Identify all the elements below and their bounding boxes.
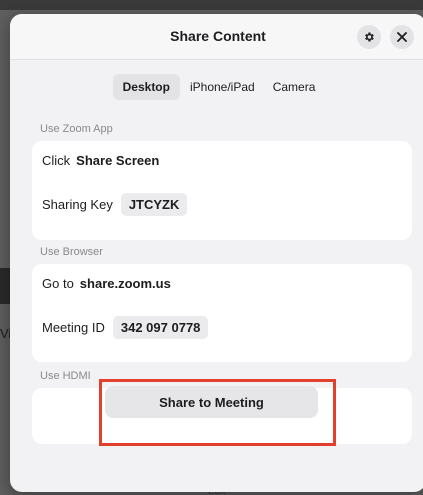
- meeting-id-label: Meeting ID: [42, 320, 105, 335]
- browser-card: Go to share.zoom.us Meeting ID 342 097 0…: [32, 264, 412, 362]
- gear-icon: [365, 32, 374, 42]
- tab-camera[interactable]: Camera: [265, 74, 324, 100]
- click-prefix-text: Click: [42, 153, 71, 168]
- sharing-key-row: Sharing Key JTCYZK: [42, 193, 188, 216]
- share-content-dialog: Share Content Desktop iPhone/iPad Camera…: [10, 14, 423, 492]
- sharing-key-value: JTCYZK: [120, 193, 188, 216]
- background-top-strip: [0, 0, 423, 10]
- zoom-app-section-label: Use Zoom App: [40, 123, 113, 135]
- share-to-meeting-button[interactable]: Share to Meeting: [105, 386, 318, 418]
- zoom-app-card: Click Share Screen Sharing Key JTCYZK: [32, 141, 412, 240]
- dialog-header: Share Content: [10, 14, 423, 60]
- hdmi-section-label: Use HDMI: [40, 370, 91, 382]
- tab-iphone-ipad[interactable]: iPhone/iPad: [182, 74, 263, 100]
- close-button[interactable]: [390, 25, 414, 49]
- go-to-prefix-text: Go to: [42, 276, 74, 291]
- settings-button[interactable]: [357, 25, 381, 49]
- click-share-screen-row: Click Share Screen: [42, 153, 159, 168]
- tab-desktop[interactable]: Desktop: [112, 74, 180, 100]
- meeting-id-value: 342 097 0778: [112, 316, 209, 339]
- share-url-text: share.zoom.us: [79, 276, 171, 291]
- go-to-url-row: Go to share.zoom.us: [42, 276, 171, 291]
- close-icon: [397, 32, 407, 42]
- meeting-id-row: Meeting ID 342 097 0778: [42, 316, 209, 339]
- sharing-key-label: Sharing Key: [42, 197, 113, 212]
- share-screen-text: Share Screen: [76, 153, 160, 168]
- browser-section-label: Use Browser: [40, 246, 103, 258]
- share-method-tabs: Desktop iPhone/iPad Camera: [10, 74, 423, 100]
